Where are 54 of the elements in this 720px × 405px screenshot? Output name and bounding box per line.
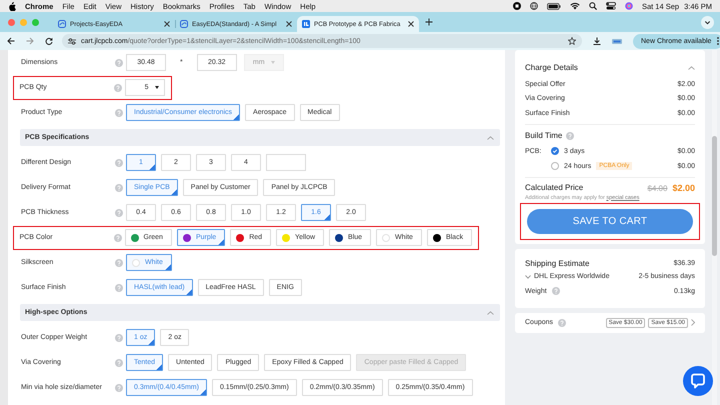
chevron-right-icon[interactable]: [691, 319, 695, 326]
help-icon: [115, 384, 123, 392]
wifi-icon[interactable]: [570, 2, 580, 10]
close-icon[interactable]: [164, 21, 170, 27]
radio-button[interactable]: [551, 147, 559, 155]
help-icon: [115, 184, 123, 192]
help-icon: [115, 258, 123, 266]
help-icon: [552, 287, 560, 296]
tab-search-button[interactable]: [701, 16, 714, 28]
help-icon: [114, 84, 122, 92]
caret-down-icon: [154, 86, 158, 89]
section-title: Build Time: [525, 131, 562, 140]
help-icon: [114, 234, 122, 242]
card-title: Shipping Estimate: [525, 259, 590, 268]
chevron-down-icon[interactable]: [525, 274, 531, 279]
card-title: Charge Details: [525, 63, 578, 72]
caret-down-icon: [270, 61, 275, 64]
radio-button[interactable]: [551, 162, 559, 170]
help-icon: [115, 208, 123, 216]
download-icon[interactable]: [593, 37, 601, 45]
bookmark-star-icon[interactable]: [568, 37, 576, 45]
reload-icon[interactable]: [45, 37, 53, 45]
discounted-price: $2.00: [672, 182, 695, 192]
help-icon: [558, 318, 566, 327]
battery-icon[interactable]: [546, 2, 561, 10]
apple-icon[interactable]: [8, 2, 16, 10]
close-icon[interactable]: [408, 21, 414, 27]
help-icon: [115, 334, 123, 342]
search-icon[interactable]: [588, 2, 597, 10]
help-icon: [115, 284, 123, 292]
cloud-favicon: [180, 20, 188, 28]
close-icon[interactable]: [286, 21, 292, 27]
globe-icon[interactable]: [530, 2, 538, 10]
siri-icon[interactable]: [624, 2, 633, 10]
plus-icon[interactable]: [425, 18, 433, 26]
stop-icon[interactable]: [512, 2, 521, 10]
extension-icon[interactable]: [612, 38, 622, 44]
more-icon: [717, 37, 720, 45]
back-icon[interactable]: [7, 37, 15, 45]
cloud-favicon: [58, 20, 66, 28]
chevron-up-icon[interactable]: [688, 66, 695, 70]
site-info-icon[interactable]: [68, 38, 76, 44]
chat-button[interactable]: [683, 366, 713, 396]
price-label: Calculated Price: [525, 183, 584, 192]
scrollbar-thumb[interactable]: [712, 136, 717, 256]
help-icon: [566, 132, 574, 140]
help-icon: [115, 58, 123, 66]
original-price: $4.00: [647, 184, 668, 192]
help-icon: [115, 358, 123, 366]
control-center-icon[interactable]: [606, 2, 616, 10]
help-icon: [115, 108, 123, 116]
input-field[interactable]: [266, 154, 306, 171]
help-icon: [115, 158, 123, 166]
site-favicon: [302, 20, 310, 28]
